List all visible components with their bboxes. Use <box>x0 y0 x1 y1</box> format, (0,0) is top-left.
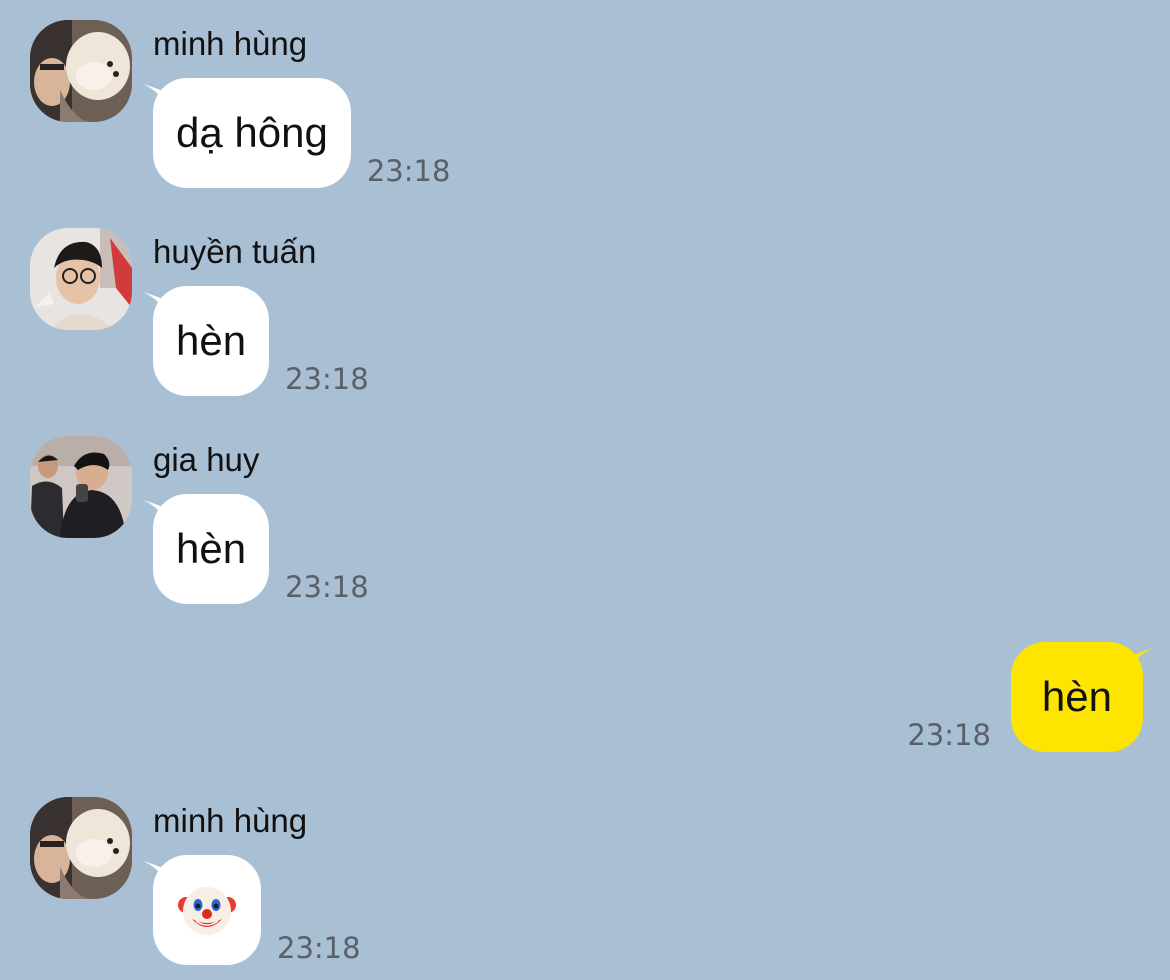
message-row: dạ hông 23:18 <box>143 76 451 188</box>
bubble-tail-icon <box>143 84 169 110</box>
avatar-image <box>30 436 132 538</box>
avatar[interactable] <box>30 797 132 899</box>
message-bubble[interactable]: hèn <box>143 494 270 604</box>
message-item: huyền tuấn hèn 23:18 <box>30 228 930 398</box>
message-time: 23:18 <box>366 154 451 188</box>
avatar-image <box>30 228 132 330</box>
bubble-tail-icon <box>143 500 169 526</box>
sender-name: gia huy <box>153 441 260 478</box>
message-item: gia huy hèn 23:18 <box>30 436 930 606</box>
message-text: hèn <box>176 317 247 364</box>
message-bubble[interactable]: dạ hông <box>143 78 351 188</box>
avatar[interactable] <box>30 20 132 122</box>
message-bubble[interactable] <box>143 855 261 965</box>
message-row: 23:18 <box>143 853 361 965</box>
avatar-image <box>30 797 132 899</box>
message-text: dạ hông <box>176 109 328 156</box>
sender-name: minh hùng <box>153 802 308 839</box>
message-bubble-outgoing[interactable]: hèn <box>1010 642 1153 752</box>
message-row: hèn 23:18 <box>143 284 369 396</box>
message-bubble[interactable]: hèn <box>143 286 270 396</box>
sender-name: huyền tuấn <box>153 233 317 270</box>
message-time: 23:18 <box>285 362 369 396</box>
avatar[interactable] <box>30 436 132 538</box>
bubble-tail-icon <box>143 861 169 887</box>
bubble-tail-icon <box>143 292 169 318</box>
message-item: minh hùng 23:18 <box>30 797 930 967</box>
message-time: 23:18 <box>277 931 361 965</box>
message-text: hèn <box>176 525 247 572</box>
sender-name: minh hùng <box>153 25 308 62</box>
message-item: minh hùng dạ hông 23:18 <box>30 20 930 190</box>
message-item-outgoing: 23:18 hèn <box>907 640 1153 752</box>
bubble-tail-icon <box>1127 648 1153 674</box>
message-row: hèn 23:18 <box>143 492 369 604</box>
chat-area[interactable]: minh hùng dạ hông 23:18 huyền tuấn hèn 2… <box>0 0 1170 980</box>
message-time: 23:18 <box>285 570 369 604</box>
avatar-image <box>30 20 132 122</box>
message-time: 23:18 <box>907 718 991 752</box>
avatar[interactable] <box>30 228 132 330</box>
message-text: hèn <box>1041 673 1112 720</box>
clown-face-icon <box>178 887 236 935</box>
